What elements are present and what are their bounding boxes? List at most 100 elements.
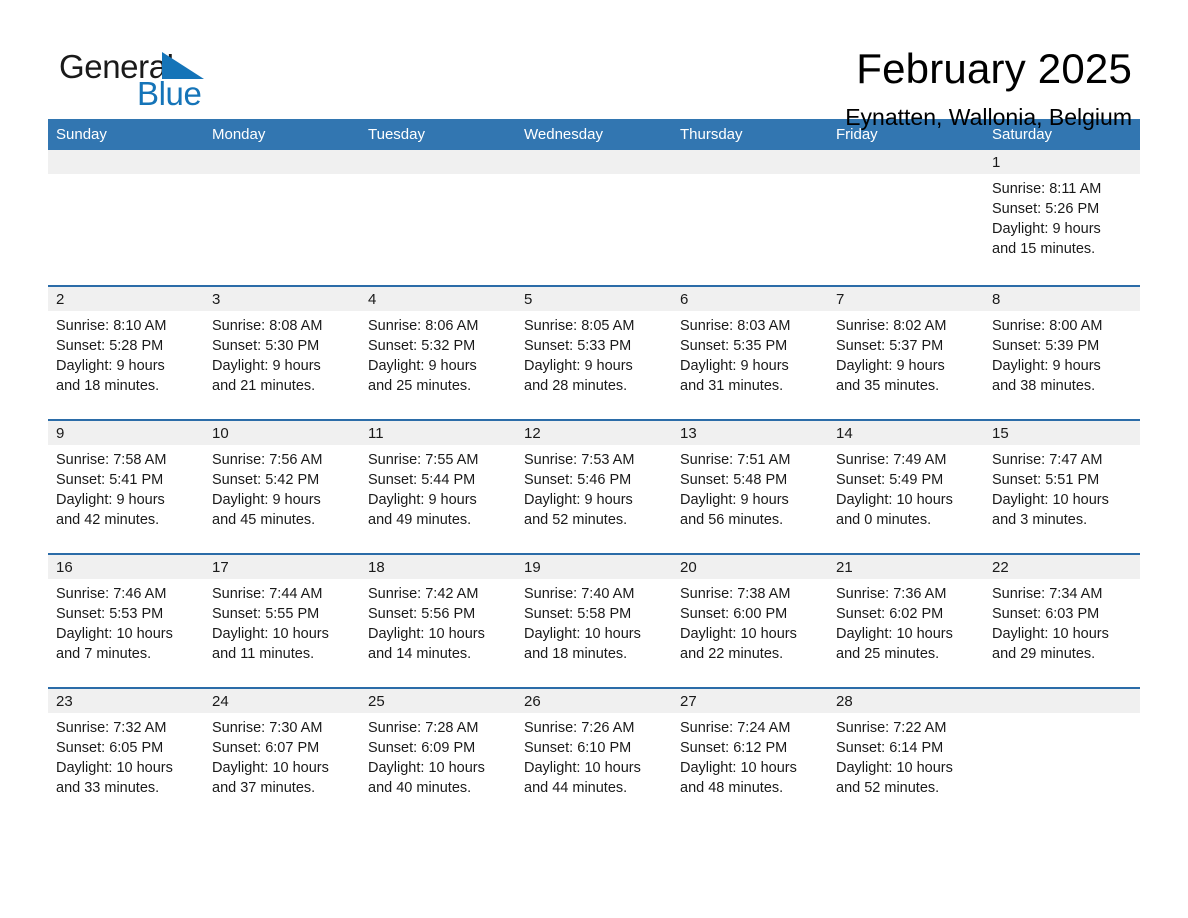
calendar-day-cell[interactable]: 25 Sunrise: 7:28 AM Sunset: 6:09 PM Dayligh… (360, 687, 516, 808)
day-detail-line: Sunrise: 7:56 AM (212, 452, 323, 468)
day-number: 22 (984, 555, 1140, 579)
calendar-day-cell[interactable]: 9 Sunrise: 7:58 AM Sunset: 5:41 PM Daylight… (48, 419, 204, 554)
calendar-day-cell[interactable]: 28 Sunrise: 7:22 AM Sunset: 6:14 PM Dayligh… (828, 687, 984, 808)
calendar-day-cell[interactable]: 21 Sunrise: 7:36 AM Sunset: 6:02 PM Dayligh… (828, 553, 984, 688)
day-details: Sunrise: 7:46 AM Sunset: 5:53 PM Daylight:… (48, 579, 204, 664)
calendar-week-row: 2 Sunrise: 8:10 AM Sunset: 5:28 PM Daylight… (48, 285, 1140, 420)
day-details: Sunrise: 7:58 AM Sunset: 5:41 PM Daylight:… (48, 445, 204, 530)
calendar-day-cell[interactable]: 6 Sunrise: 8:03 AM Sunset: 5:35 PM Daylight… (672, 285, 828, 420)
calendar-day-cell[interactable]: 13 Sunrise: 7:51 AM Sunset: 5:48 PM Dayligh… (672, 419, 828, 554)
day-number: 3 (204, 287, 360, 311)
day-detail-line: Sunrise: 7:36 AM (836, 586, 947, 602)
day-number: 25 (360, 689, 516, 713)
day-number: 15 (984, 421, 1140, 445)
day-details: Sunrise: 7:38 AM Sunset: 6:00 PM Daylight:… (672, 579, 828, 664)
calendar-table: Sunday Monday Tuesday Wednesday Thursday Frid… (48, 119, 1140, 808)
day-number (516, 150, 672, 174)
calendar-day-cell[interactable]: 22 Sunrise: 7:34 AM Sunset: 6:03 PM Dayligh… (984, 553, 1140, 688)
day-details: Sunrise: 8:00 AM Sunset: 5:39 PM Daylight:… (984, 311, 1140, 396)
day-detail-line: Sunset: 5:49 PM (836, 472, 944, 488)
day-details: Sunrise: 8:05 AM Sunset: 5:33 PM Daylight:… (516, 311, 672, 396)
day-detail-line: and 44 minutes. (524, 780, 628, 796)
day-detail-line: Sunrise: 7:49 AM (836, 452, 947, 468)
calendar-day-cell[interactable]: 16 Sunrise: 7:46 AM Sunset: 5:53 PM Dayligh… (48, 553, 204, 688)
calendar-day-cell-empty (984, 687, 1140, 808)
calendar-day-cell[interactable]: 24 Sunrise: 7:30 AM Sunset: 6:07 PM Dayligh… (204, 687, 360, 808)
calendar-day-cell[interactable]: 26 Sunrise: 7:26 AM Sunset: 6:10 PM Dayligh… (516, 687, 672, 808)
calendar-day-cell[interactable]: 20 Sunrise: 7:38 AM Sunset: 6:00 PM Dayligh… (672, 553, 828, 688)
day-detail-line: Sunrise: 7:22 AM (836, 720, 947, 736)
day-detail-line: Sunset: 5:32 PM (368, 338, 476, 354)
day-detail-line: Sunrise: 7:53 AM (524, 452, 635, 468)
day-details (516, 174, 672, 179)
day-detail-line: Sunset: 5:26 PM (992, 201, 1100, 217)
calendar-day-cell[interactable]: 23 Sunrise: 7:32 AM Sunset: 6:05 PM Dayligh… (48, 687, 204, 808)
calendar-day-cell[interactable]: 27 Sunrise: 7:24 AM Sunset: 6:12 PM Dayligh… (672, 687, 828, 808)
day-details: Sunrise: 7:40 AM Sunset: 5:58 PM Daylight:… (516, 579, 672, 664)
day-number: 4 (360, 287, 516, 311)
day-detail-line: Sunset: 6:12 PM (680, 740, 788, 756)
day-detail-line: Daylight: 9 hours (56, 492, 165, 508)
day-detail-line: Daylight: 9 hours (212, 492, 321, 508)
calendar-day-cell[interactable]: 4 Sunrise: 8:06 AM Sunset: 5:32 PM Daylight… (360, 285, 516, 420)
calendar-day-cell[interactable]: 7 Sunrise: 8:02 AM Sunset: 5:37 PM Daylight… (828, 285, 984, 420)
day-detail-line: and 56 minutes. (680, 512, 784, 528)
day-detail-line: and 7 minutes. (56, 646, 152, 662)
calendar-day-cell[interactable]: 10 Sunrise: 7:56 AM Sunset: 5:42 PM Dayligh… (204, 419, 360, 554)
logo-text-blue: Blue (137, 75, 202, 112)
day-detail-line: and 18 minutes. (56, 378, 160, 394)
day-detail-line: Sunrise: 7:51 AM (680, 452, 791, 468)
day-detail-line: Sunrise: 8:00 AM (992, 318, 1103, 334)
calendar-day-cell[interactable]: 5 Sunrise: 8:05 AM Sunset: 5:33 PM Daylight… (516, 285, 672, 420)
calendar-day-cell[interactable]: 2 Sunrise: 8:10 AM Sunset: 5:28 PM Daylight… (48, 285, 204, 420)
day-number: 26 (516, 689, 672, 713)
day-details (204, 174, 360, 179)
day-number: 10 (204, 421, 360, 445)
calendar-day-cell[interactable]: 17 Sunrise: 7:44 AM Sunset: 5:55 PM Dayligh… (204, 553, 360, 688)
day-detail-line: Sunset: 5:42 PM (212, 472, 320, 488)
day-detail-line: Daylight: 9 hours (836, 358, 945, 374)
day-details (828, 174, 984, 179)
day-detail-line: and 52 minutes. (836, 780, 940, 796)
day-detail-line: Sunset: 5:56 PM (368, 606, 476, 622)
day-number (984, 689, 1140, 713)
day-detail-line: Daylight: 9 hours (368, 358, 477, 374)
calendar-day-cell[interactable]: 11 Sunrise: 7:55 AM Sunset: 5:44 PM Dayligh… (360, 419, 516, 554)
day-details: Sunrise: 7:32 AM Sunset: 6:05 PM Daylight:… (48, 713, 204, 798)
calendar-day-cell[interactable]: 18 Sunrise: 7:42 AM Sunset: 5:56 PM Dayligh… (360, 553, 516, 688)
day-number: 16 (48, 555, 204, 579)
day-detail-line: and 22 minutes. (680, 646, 784, 662)
day-detail-line: Daylight: 9 hours (680, 492, 789, 508)
calendar-day-cell[interactable]: 1 Sunrise: 8:11 AM Sunset: 5:26 PM Daylight… (984, 150, 1140, 286)
day-detail-line: Sunset: 6:02 PM (836, 606, 944, 622)
calendar-day-cell[interactable]: 19 Sunrise: 7:40 AM Sunset: 5:58 PM Dayligh… (516, 553, 672, 688)
day-detail-line: Daylight: 9 hours (680, 358, 789, 374)
calendar-day-cell[interactable]: 12 Sunrise: 7:53 AM Sunset: 5:46 PM Dayligh… (516, 419, 672, 554)
day-detail-line: Sunrise: 7:42 AM (368, 586, 479, 602)
day-detail-line: Sunrise: 8:11 AM (992, 181, 1102, 197)
day-detail-line: Sunset: 5:28 PM (56, 338, 164, 354)
calendar-day-cell[interactable]: 14 Sunrise: 7:49 AM Sunset: 5:49 PM Dayligh… (828, 419, 984, 554)
day-detail-line: Sunset: 5:46 PM (524, 472, 632, 488)
day-number: 5 (516, 287, 672, 311)
calendar-day-cell[interactable]: 3 Sunrise: 8:08 AM Sunset: 5:30 PM Daylight… (204, 285, 360, 420)
calendar-page: General Blue February 2025 Eynatten, Wal… (0, 0, 1188, 918)
day-number: 14 (828, 421, 984, 445)
day-detail-line: Daylight: 10 hours (836, 492, 953, 508)
day-details: Sunrise: 7:53 AM Sunset: 5:46 PM Daylight:… (516, 445, 672, 530)
day-detail-line: Sunrise: 7:32 AM (56, 720, 167, 736)
day-detail-line: and 0 minutes. (836, 512, 932, 528)
day-detail-line: Sunset: 6:07 PM (212, 740, 320, 756)
day-detail-line: Sunrise: 7:44 AM (212, 586, 323, 602)
day-detail-line: Sunset: 6:10 PM (524, 740, 632, 756)
day-details: Sunrise: 7:49 AM Sunset: 5:49 PM Daylight:… (828, 445, 984, 530)
calendar-day-cell[interactable]: 15 Sunrise: 7:47 AM Sunset: 5:51 PM Dayligh… (984, 419, 1140, 554)
day-detail-line: Sunset: 5:41 PM (56, 472, 164, 488)
day-number: 9 (48, 421, 204, 445)
day-details: Sunrise: 8:08 AM Sunset: 5:30 PM Daylight:… (204, 311, 360, 396)
day-detail-line: and 3 minutes. (992, 512, 1088, 528)
day-detail-line: Sunset: 5:35 PM (680, 338, 788, 354)
calendar-day-cell[interactable]: 8 Sunrise: 8:00 AM Sunset: 5:39 PM Daylight… (984, 285, 1140, 420)
day-details: Sunrise: 7:47 AM Sunset: 5:51 PM Daylight:… (984, 445, 1140, 530)
day-detail-line: Sunrise: 7:34 AM (992, 586, 1103, 602)
